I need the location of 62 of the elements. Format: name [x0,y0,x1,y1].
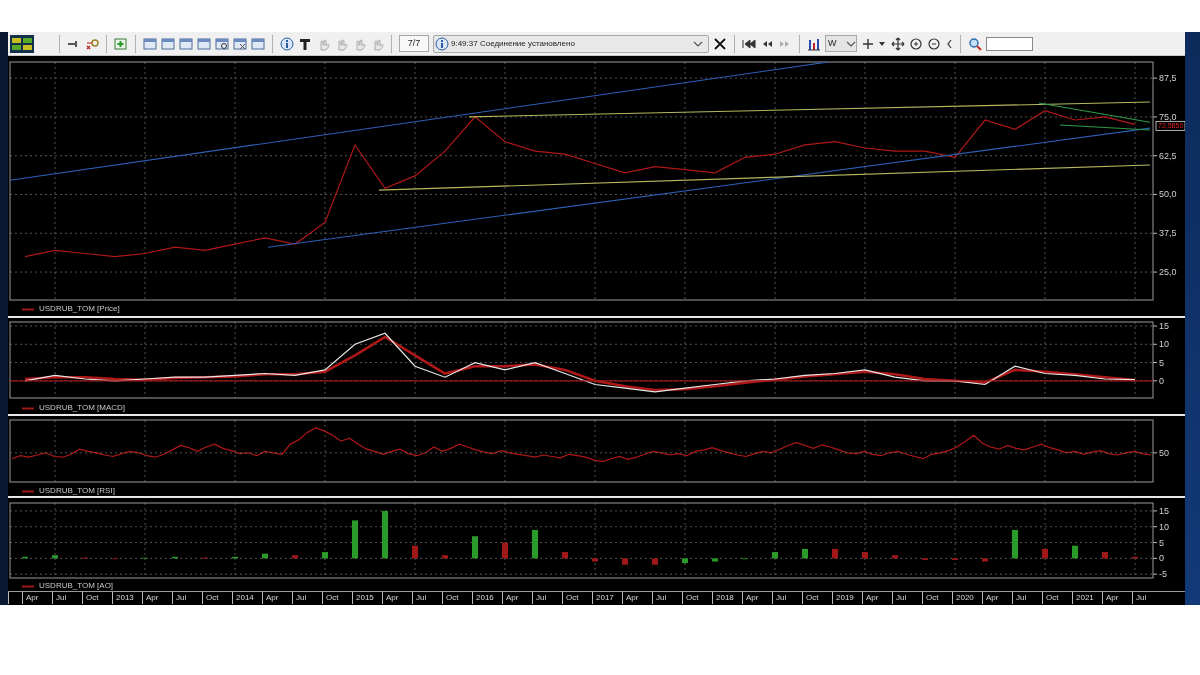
legend-label: USDRUB_TOM [RSI] [39,487,115,495]
axis-tick-label: -5 [1159,569,1167,580]
time-axis-label: Apr [502,592,532,604]
axis-tick-label: 25,0 [1159,267,1177,278]
time-axis-label: Jul [532,592,562,604]
time-axis-label: 2021 [1072,592,1102,604]
counter-field: 7/7 [399,35,429,52]
time-axis-label: Jul [292,592,322,604]
time-axis-label: Apr [622,592,652,604]
axis-tick-label: 62,5 [1159,150,1177,161]
time-axis-label: 2017 [592,592,622,604]
axis-tick-label: 87,5 [1159,73,1177,84]
status-message: 9:49:37 Соединение установлено [451,37,576,50]
time-axis-label: Apr [862,592,892,604]
time-axis-label: Jul [652,592,682,604]
axis-tick-label: 5 [1159,357,1164,368]
time-axis-label: 2018 [712,592,742,604]
time-axis-label: Apr [1102,592,1132,604]
time-axis-label: Oct [322,592,352,604]
time-axis-label: Apr [982,592,1012,604]
time-axis-label: Jul [772,592,802,604]
axis-tick-label: 50 [1159,447,1169,458]
time-axis-label: 2019 [832,592,862,604]
axis-tick-label: 37,5 [1159,228,1177,239]
time-axis-label: Apr [382,592,412,604]
time-axis-label: Jul [892,592,922,604]
axis-tick-label: 15 [1159,321,1169,331]
status-dropdown[interactable]: 9:49:37 Соединение установлено [433,34,709,53]
time-axis-label: Oct [682,592,712,604]
time-axis-label: Apr [262,592,292,604]
axis-tick-label: 50,0 [1159,189,1177,200]
time-axis-label: Oct [1042,592,1072,604]
time-axis-label: Oct [442,592,472,604]
time-axis-label: 2020 [952,592,982,604]
time-axis-label: 2014 [232,592,262,604]
axis-tick-label: 10 [1159,521,1169,532]
axis-tick-label: 5 [1159,537,1164,548]
time-axis-label: Jul [172,592,202,604]
time-axis-label: Oct [802,592,832,604]
time-axis-label: 2016 [472,592,502,604]
axis-tick-label: 15 [1159,505,1169,516]
axis-tick-label: 10 [1159,339,1169,350]
time-axis-label: Jul [1132,592,1162,604]
legend-label: USDRUB_TOM [AO] [39,582,114,590]
time-axis-label: Oct [82,592,112,604]
time-axis-label: Oct [922,592,952,604]
time-axis-label: Apr [742,592,772,604]
interval-dropdown[interactable]: W [825,35,857,52]
legend-label: USDRUB_TOM [MACD] [39,404,126,412]
legend-label: USDRUB_TOM [Price] [39,305,120,313]
time-axis-label: Jul [412,592,442,604]
time-axis-label: Apr [22,592,52,604]
axis-tick-label: 0 [1159,553,1164,564]
time-axis-label: Jul [52,592,82,604]
time-axis-label: Oct [562,592,592,604]
time-axis-label: Apr [142,592,172,604]
axis-tick-label: 0 [1159,375,1164,386]
time-axis-label: 2015 [352,592,382,604]
time-axis-label: Oct [202,592,232,604]
time-axis-label: 2013 [112,592,142,604]
axis-tick-label: 75,0 [1159,111,1177,122]
time-axis-label: Jul [1012,592,1042,604]
